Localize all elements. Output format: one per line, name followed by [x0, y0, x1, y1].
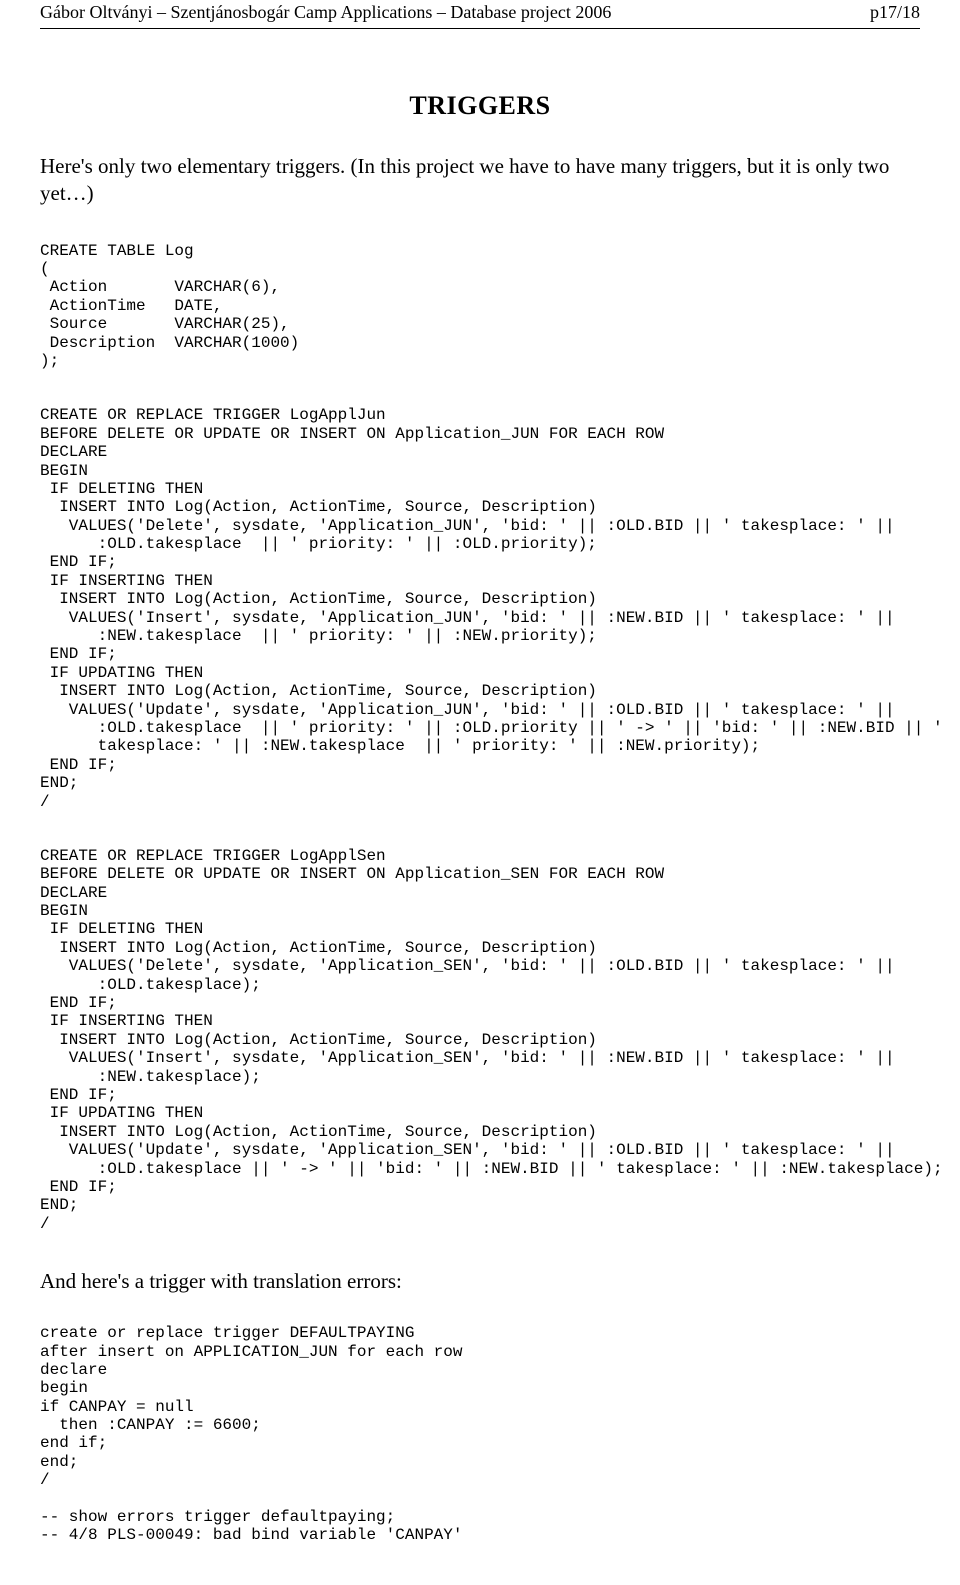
document-page: Gábor Oltványi – Szentjánosbogár Camp Ap… [0, 0, 960, 1585]
code-block-trigger-sen: CREATE OR REPLACE TRIGGER LogApplSen BEF… [40, 847, 920, 1233]
note-paragraph: And here's a trigger with translation er… [40, 1269, 920, 1294]
header-page-number: p17/18 [870, 2, 920, 23]
intro-paragraph: Here's only two elementary triggers. (In… [40, 153, 920, 208]
code-block-create-table: CREATE TABLE Log ( Action VARCHAR(6), Ac… [40, 242, 920, 371]
page-header: Gábor Oltványi – Szentjánosbogár Camp Ap… [40, 0, 920, 29]
header-left: Gábor Oltványi – Szentjánosbogár Camp Ap… [40, 2, 611, 23]
section-title: TRIGGERS [40, 91, 920, 121]
code-block-trigger-jun: CREATE OR REPLACE TRIGGER LogApplJun BEF… [40, 406, 920, 811]
code-block-trigger-defaultpaying: create or replace trigger DEFAULTPAYING … [40, 1324, 920, 1545]
